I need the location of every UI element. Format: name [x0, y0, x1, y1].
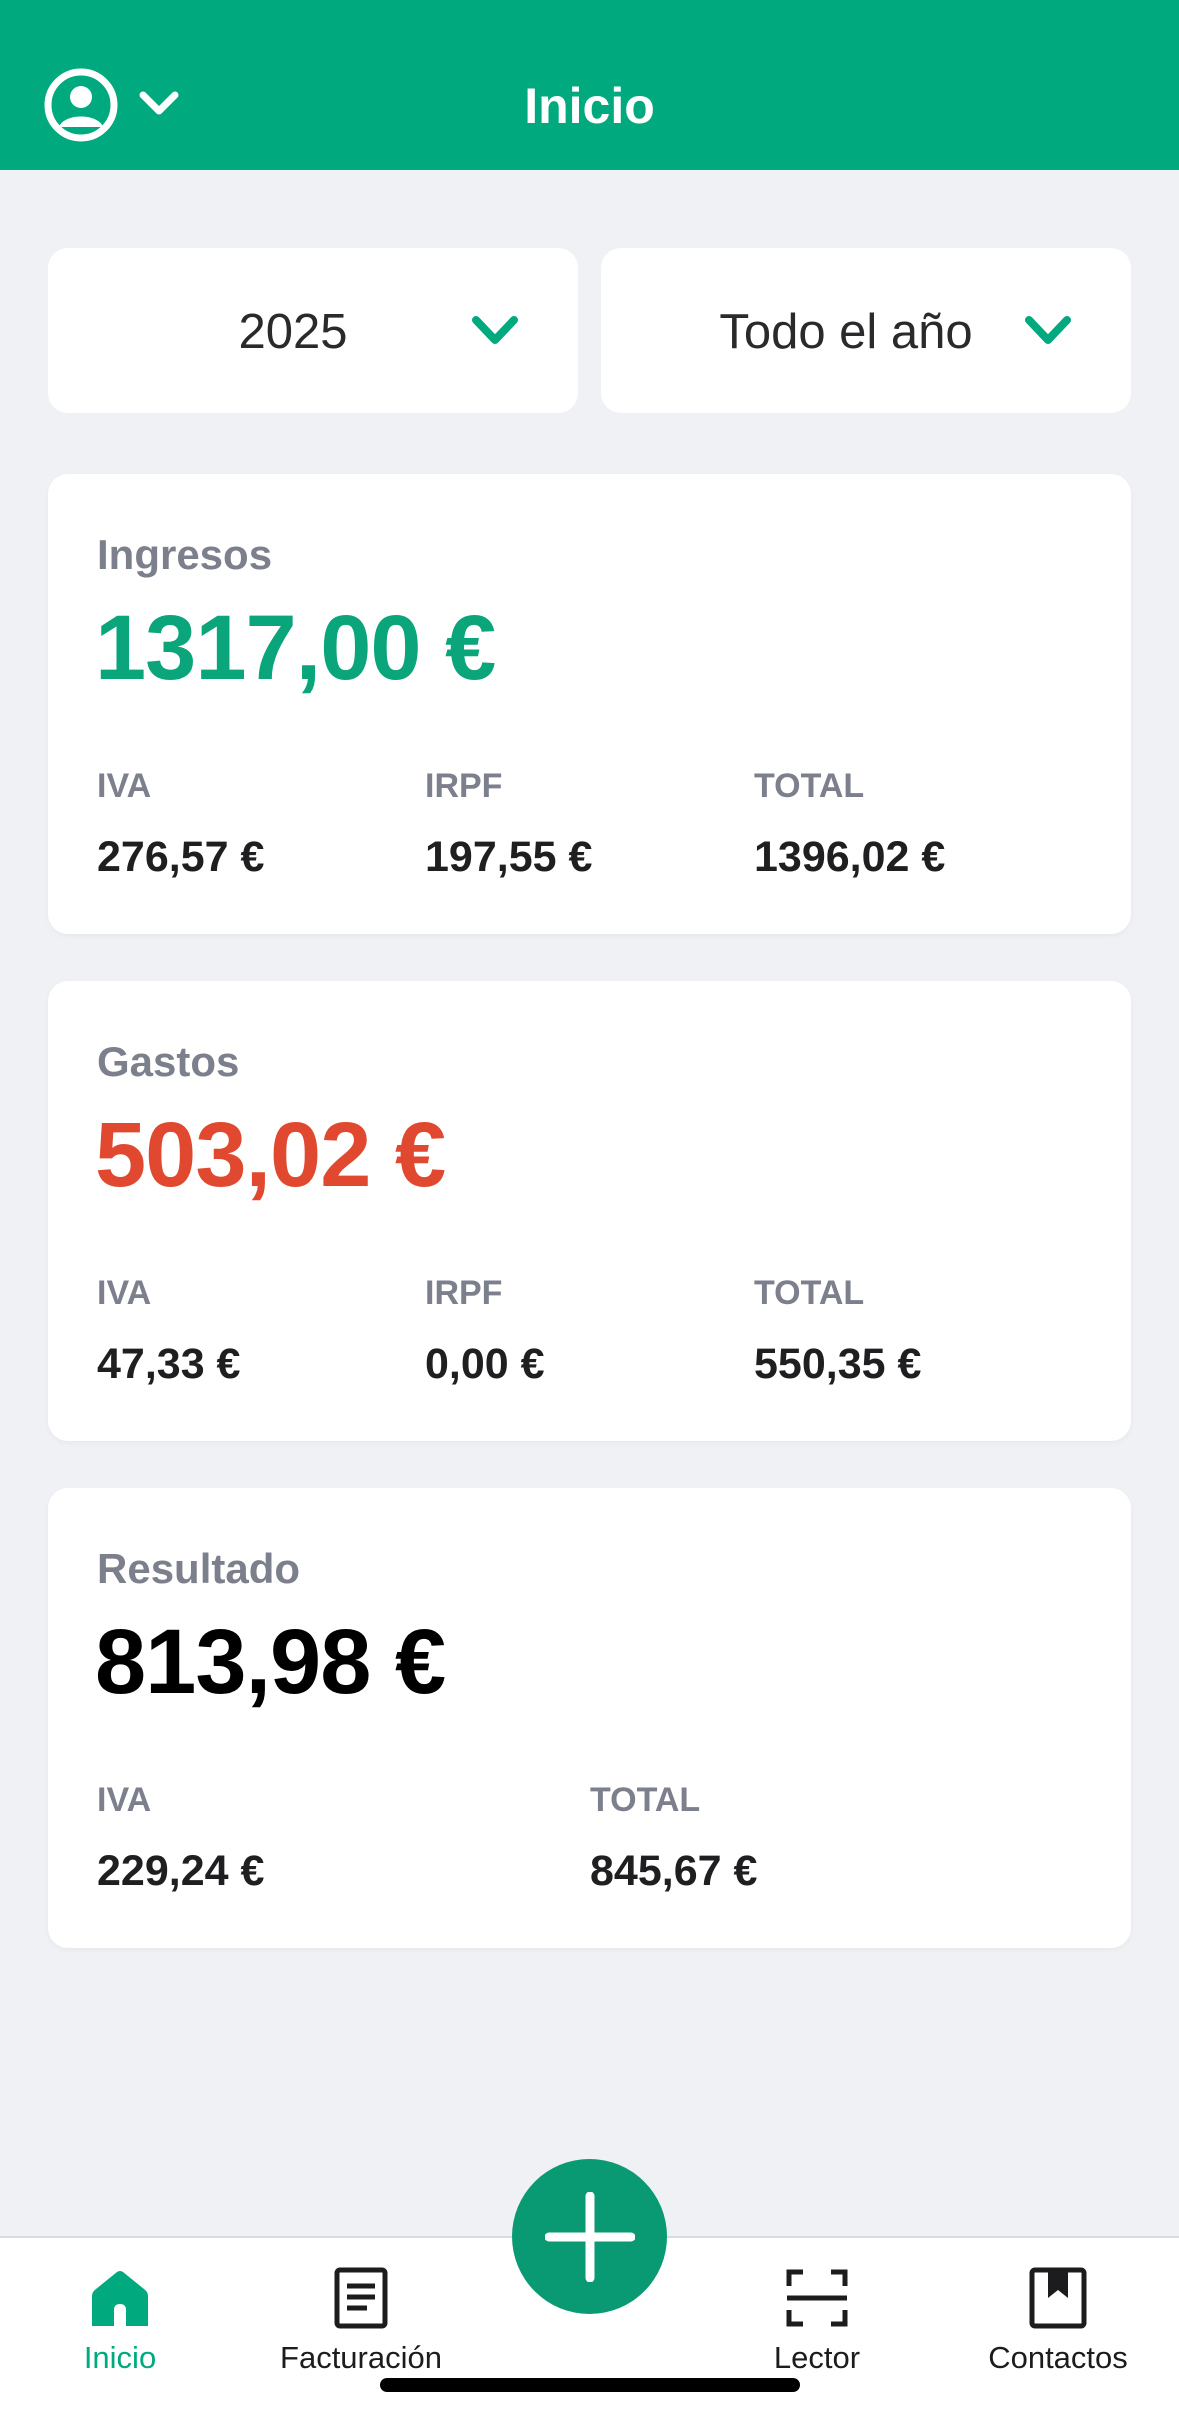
- expenses-amount: 503,02 €: [95, 1104, 446, 1206]
- income-total-label: TOTAL: [754, 767, 865, 805]
- result-iva-value: 229,24 €: [97, 1847, 265, 1895]
- income-irpf-label: IRPF: [425, 767, 503, 805]
- period-select[interactable]: Todo el año: [601, 248, 1131, 413]
- expenses-iva-value: 47,33 €: [97, 1340, 241, 1388]
- scan-icon: [786, 2269, 848, 2327]
- year-select[interactable]: 2025: [48, 248, 578, 413]
- tab-inicio-label: Inicio: [83, 2340, 157, 2375]
- expenses-label: Gastos: [97, 1038, 240, 1085]
- income-total-value: 1396,02 €: [754, 833, 946, 881]
- home-icon: [92, 2271, 148, 2326]
- tab-lector-label: Lector: [773, 2340, 861, 2375]
- chevron-down-icon: [472, 316, 518, 344]
- tab-inicio[interactable]: Inicio: [0, 2266, 240, 2376]
- contacts-book-icon: [1029, 2267, 1087, 2329]
- home-indicator: [380, 2378, 800, 2392]
- expenses-total-label: TOTAL: [754, 1274, 865, 1312]
- top-header: Inicio: [0, 0, 1179, 170]
- plus-icon: [545, 2192, 635, 2282]
- tab-facturacion-label: Facturación: [280, 2340, 442, 2375]
- page-title: Inicio: [524, 78, 655, 134]
- expenses-irpf-label: IRPF: [425, 1274, 503, 1312]
- income-label: Ingresos: [97, 531, 273, 578]
- chevron-down-icon: [1025, 316, 1071, 344]
- result-total-label: TOTAL: [590, 1781, 701, 1819]
- result-iva-label: IVA: [97, 1781, 152, 1819]
- income-card[interactable]: Ingresos 1317,00 € IVA 276,57 € IRPF 197…: [48, 474, 1131, 934]
- income-amount: 1317,00 €: [95, 597, 496, 699]
- result-amount: 813,98 €: [95, 1611, 446, 1713]
- income-irpf-value: 197,55 €: [425, 833, 593, 881]
- tab-facturacion[interactable]: Facturación: [241, 2266, 481, 2376]
- tab-contactos-label: Contactos: [988, 2340, 1128, 2375]
- tab-contactos[interactable]: Contactos: [938, 2266, 1178, 2376]
- expenses-iva-label: IVA: [97, 1274, 152, 1312]
- expenses-total-value: 550,35 €: [754, 1340, 922, 1388]
- result-label: Resultado: [97, 1545, 301, 1592]
- income-iva-value: 276,57 €: [97, 833, 265, 881]
- tab-lector[interactable]: Lector: [697, 2266, 937, 2376]
- expenses-irpf-value: 0,00 €: [425, 1340, 545, 1388]
- add-button[interactable]: [512, 2159, 667, 2314]
- expenses-card[interactable]: Gastos 503,02 € IVA 47,33 € IRPF 0,00 € …: [48, 981, 1131, 1441]
- document-icon: [334, 2267, 388, 2329]
- income-iva-label: IVA: [97, 767, 152, 805]
- result-total-value: 845,67 €: [590, 1847, 758, 1895]
- result-card[interactable]: Resultado 813,98 € IVA 229,24 € TOTAL 84…: [48, 1488, 1131, 1948]
